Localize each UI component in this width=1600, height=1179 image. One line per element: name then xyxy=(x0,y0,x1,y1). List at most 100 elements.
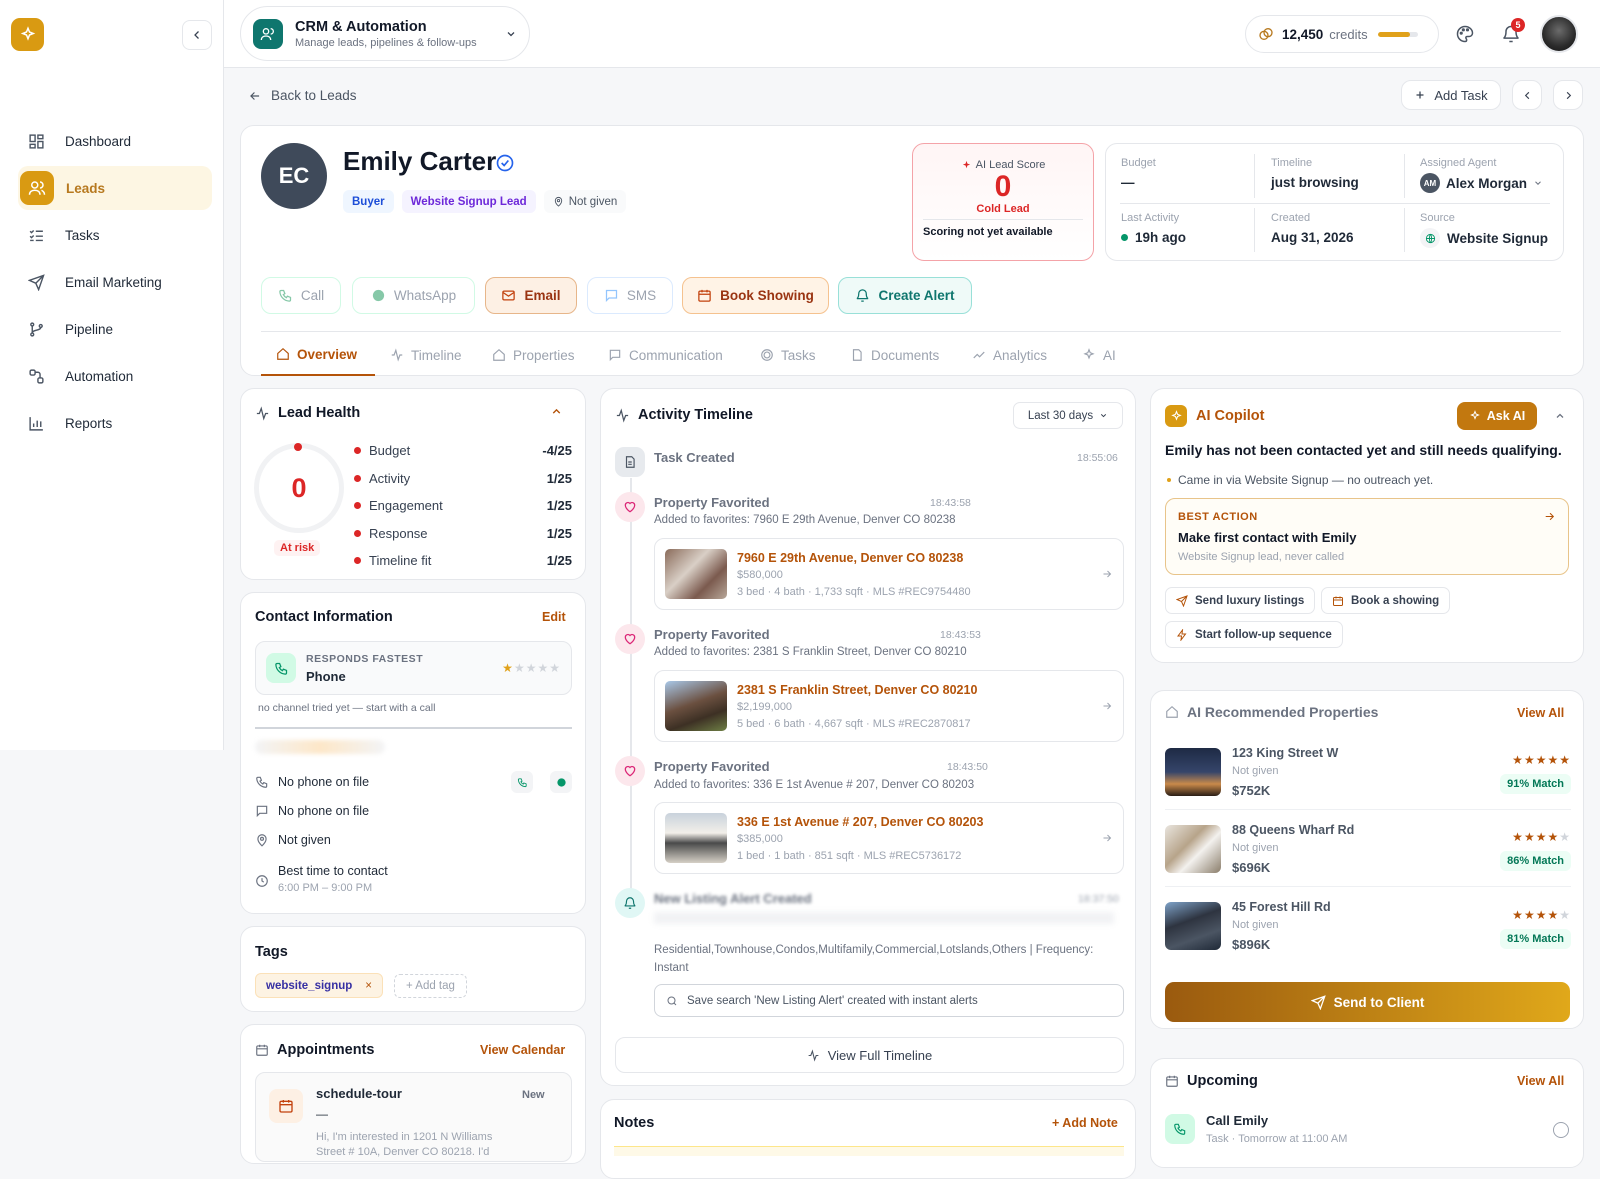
clock-icon xyxy=(255,874,269,888)
ask-ai-label: Ask AI xyxy=(1486,409,1526,423)
app-logo[interactable] xyxy=(11,18,44,51)
tab-properties[interactable]: Properties xyxy=(480,334,596,376)
event-title: Task Created xyxy=(654,450,735,465)
next-lead-button[interactable] xyxy=(1553,80,1583,110)
property-card[interactable]: 336 E 1st Avenue # 207, Denver CO 80203 … xyxy=(654,802,1124,874)
upcoming-header: Upcoming xyxy=(1165,1073,1258,1089)
chevron-up-icon[interactable] xyxy=(550,405,563,418)
best-action-card[interactable]: BEST ACTION Make first contact with Emil… xyxy=(1165,498,1569,575)
chip-label: Start follow-up sequence xyxy=(1195,628,1332,641)
star-filled-icon: ★ xyxy=(1535,907,1548,922)
heart-icon xyxy=(615,624,645,654)
sms-button[interactable]: SMS xyxy=(587,277,673,314)
star-empty-icon: ★ xyxy=(513,661,526,675)
back-to-leads-link[interactable]: Back to Leads xyxy=(248,88,357,103)
property-photo xyxy=(1165,902,1221,950)
view-calendar-link[interactable]: View Calendar xyxy=(480,1043,565,1057)
appointment-text-2: Street # 10A, Denver CO 80218. I'd xyxy=(316,1146,490,1158)
score-status: Cold Lead xyxy=(976,203,1030,215)
chip-follow-up[interactable]: Start follow-up sequence xyxy=(1165,621,1343,648)
sidebar-item-email-marketing[interactable]: Email Marketing xyxy=(18,260,212,304)
sparkle-icon xyxy=(1165,405,1187,427)
recommended-property[interactable]: 45 Forest Hill Rd Not given $896K ★★★★★ … xyxy=(1165,888,1571,964)
tab-documents[interactable]: Documents xyxy=(838,334,960,376)
previous-lead-button[interactable] xyxy=(1512,80,1542,110)
tab-communication[interactable]: Communication xyxy=(596,334,748,376)
appointments-title: Appointments xyxy=(277,1042,375,1058)
branch-icon xyxy=(26,319,46,339)
call-button[interactable]: Call xyxy=(261,277,341,314)
sidebar-item-label: Reports xyxy=(65,415,113,431)
complete-checkbox[interactable] xyxy=(1553,1122,1569,1138)
whatsapp-mini-button[interactable] xyxy=(550,771,572,793)
sidebar-item-pipeline[interactable]: Pipeline xyxy=(18,307,212,351)
ask-ai-button[interactable]: Ask AI xyxy=(1457,402,1537,430)
add-task-button[interactable]: Add Task xyxy=(1401,80,1501,110)
chevron-up-icon[interactable] xyxy=(1554,410,1566,422)
source-value: Website Signup xyxy=(1447,230,1549,246)
view-all-upcoming-link[interactable]: View All xyxy=(1517,1074,1564,1088)
send-to-client-button[interactable]: Send to Client xyxy=(1165,982,1570,1022)
palette-icon[interactable] xyxy=(1455,24,1475,44)
tab-label: Timeline xyxy=(411,347,462,363)
whatsapp-button[interactable]: WhatsApp xyxy=(352,277,475,314)
health-row-label: Budget xyxy=(369,443,411,459)
sidebar-item-leads[interactable]: Leads xyxy=(18,166,212,210)
credits-value: 12,450 xyxy=(1282,26,1324,42)
assigned-agent-field[interactable]: Assigned Agent AM Alex Morgan xyxy=(1420,157,1555,193)
property-price: $696K xyxy=(1232,859,1271,875)
saved-search-text: Save search 'New Listing Alert' created … xyxy=(687,994,978,1007)
add-tag-button[interactable]: + Add tag xyxy=(394,974,467,998)
recommended-property[interactable]: 88 Queens Wharf Rd Not given $696K ★★★★★… xyxy=(1165,811,1571,887)
book-showing-button[interactable]: Book Showing xyxy=(682,277,829,314)
users-icon xyxy=(253,18,283,49)
call-mini-button[interactable] xyxy=(511,771,533,793)
sidebar-item-dashboard[interactable]: Dashboard xyxy=(18,119,212,163)
location-value: Not given xyxy=(568,195,618,208)
app-switcher[interactable]: CRM & Automation Manage leads, pipelines… xyxy=(240,6,530,61)
sidebar-item-tasks[interactable]: Tasks xyxy=(18,213,212,257)
avatar[interactable] xyxy=(1540,15,1578,53)
tab-overview[interactable]: Overview xyxy=(261,334,375,376)
best-action-subtitle: Website Signup lead, never called xyxy=(1178,551,1345,563)
activity-label: Last Activity xyxy=(1121,212,1180,224)
recommended-property[interactable]: 123 King Street W Not given $752K ★★★★★ … xyxy=(1165,734,1571,810)
tab-analytics[interactable]: Analytics xyxy=(960,334,1070,376)
star-filled-icon: ★ xyxy=(1559,753,1571,767)
note-item-edge xyxy=(614,1146,1124,1156)
whatsapp-icon xyxy=(371,288,386,303)
edit-contact-button[interactable]: Edit xyxy=(542,610,566,624)
coins-icon xyxy=(1258,26,1274,42)
email-button[interactable]: Email xyxy=(485,277,577,314)
sidebar-item-reports[interactable]: Reports xyxy=(18,401,212,445)
property-card[interactable]: 2381 S Franklin Street, Denver CO 80210 … xyxy=(654,670,1124,742)
chip-book-showing[interactable]: Book a showing xyxy=(1321,587,1451,614)
close-icon[interactable]: × xyxy=(365,980,372,992)
date-range-select[interactable]: Last 30 days xyxy=(1013,402,1123,429)
date-range-value: Last 30 days xyxy=(1027,409,1094,422)
health-row-label: Engagement xyxy=(369,498,443,514)
event-description: Added to favorites: 336 E 1st Avenue # 2… xyxy=(654,779,975,791)
add-note-button[interactable]: + Add Note xyxy=(1052,1116,1118,1130)
saved-search-box: Save search 'New Listing Alert' created … xyxy=(654,984,1124,1017)
upcoming-item-subtitle: Task · Tomorrow at 11:00 AM xyxy=(1206,1133,1348,1145)
chevron-left-icon xyxy=(1522,90,1533,101)
property-card[interactable]: 7960 E 29th Avenue, Denver CO 80238 $580… xyxy=(654,538,1124,610)
tab-ai[interactable]: AI xyxy=(1070,334,1130,376)
call-label: Call xyxy=(300,288,325,303)
property-meta: 3 bed · 4 bath · 1,733 sqft · MLS #REC97… xyxy=(737,585,971,598)
appointment-item[interactable]: schedule-tour New — Hi, I'm interested i… xyxy=(255,1072,572,1162)
phone-row-2: No phone on file xyxy=(255,804,369,818)
view-all-recommended-link[interactable]: View All xyxy=(1517,706,1564,720)
tab-timeline[interactable]: Timeline xyxy=(375,334,480,376)
credits-widget[interactable]: 12,450 credits xyxy=(1245,15,1439,53)
event-title: Property Favorited xyxy=(654,759,770,774)
sidebar-item-automation[interactable]: Automation xyxy=(18,354,212,398)
view-full-timeline-button[interactable]: View Full Timeline xyxy=(615,1037,1124,1073)
create-alert-button[interactable]: Create Alert xyxy=(838,277,972,314)
chip-send-listings[interactable]: Send luxury listings xyxy=(1165,587,1316,614)
upcoming-item-title: Call Emily xyxy=(1206,1113,1269,1128)
tab-label: Properties xyxy=(513,347,575,363)
sidebar-collapse-button[interactable] xyxy=(182,20,212,50)
tab-tasks[interactable]: Tasks xyxy=(748,334,838,376)
